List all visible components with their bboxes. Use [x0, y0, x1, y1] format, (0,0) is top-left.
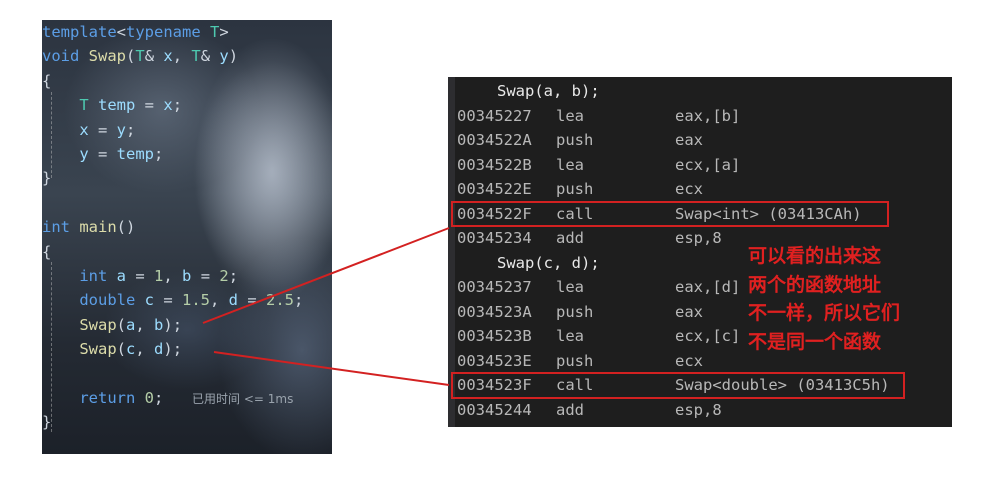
connector-lines: [202, 227, 450, 386]
connector-line-int: [202, 227, 450, 324]
connector-line-double: [213, 351, 450, 386]
